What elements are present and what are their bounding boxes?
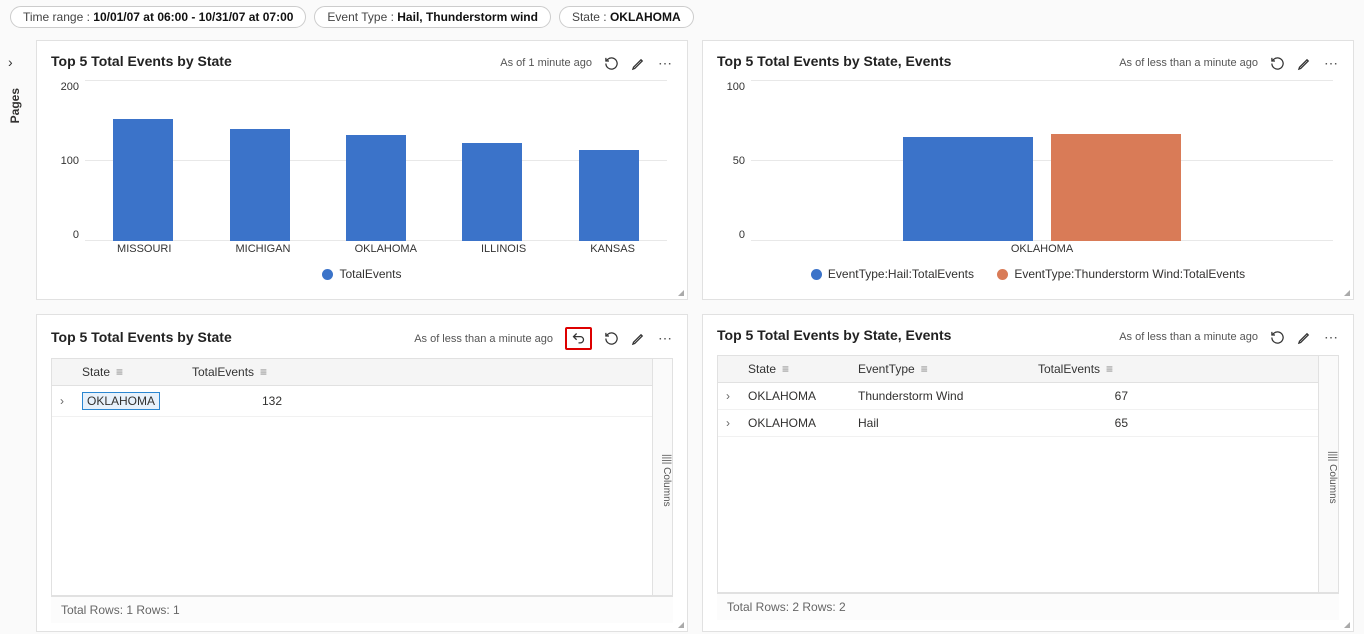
expand-row-icon[interactable]: › xyxy=(726,389,748,403)
as-of-label: As of less than a minute ago xyxy=(414,333,553,345)
cell-total: 67 xyxy=(1038,389,1158,403)
chart-legend: TotalEvents xyxy=(51,267,673,283)
as-of-label: As of less than a minute ago xyxy=(1119,331,1258,343)
refresh-icon[interactable] xyxy=(604,56,619,71)
filter-label: Time range : xyxy=(23,10,90,24)
resize-handle-icon[interactable] xyxy=(675,287,685,297)
more-icon[interactable]: ⋯ xyxy=(1324,329,1339,346)
cell-total: 132 xyxy=(192,394,312,408)
edit-icon[interactable] xyxy=(1297,330,1312,345)
more-icon[interactable]: ⋯ xyxy=(658,330,673,347)
results-table: State ≡ EventType ≡ TotalEvents ≡ › OKLAHOM… xyxy=(717,355,1339,593)
legend-label: EventType:Hail:TotalEvents xyxy=(828,267,974,281)
cell-state: OKLAHOMA xyxy=(748,389,858,403)
refresh-icon[interactable] xyxy=(1270,56,1285,71)
table-row[interactable]: › OKLAHOMA 132 xyxy=(52,386,652,417)
tile-title: Top 5 Total Events by State xyxy=(51,53,232,69)
column-menu-icon[interactable]: ≡ xyxy=(921,362,928,376)
edit-icon[interactable] xyxy=(631,56,646,71)
sidebar-collapsed: › Pages xyxy=(0,40,30,620)
filter-bar: Time range : 10/01/07 at 06:00 - 10/31/0… xyxy=(0,0,1364,34)
filter-value: 10/01/07 at 06:00 - 10/31/07 at 07:00 xyxy=(93,10,293,24)
columns-panel-toggle[interactable]: |||| Columns xyxy=(1318,356,1338,592)
as-of-label: As of 1 minute ago xyxy=(500,57,592,69)
grouped-bar-chart: 100500OKLAHOMA xyxy=(737,81,1333,261)
table-footer: Total Rows: 2 Rows: 2 xyxy=(717,593,1339,620)
as-of-label: As of less than a minute ago xyxy=(1119,57,1258,69)
refresh-icon[interactable] xyxy=(604,331,619,346)
edit-icon[interactable] xyxy=(631,331,646,346)
column-header-totalevents[interactable]: TotalEvents xyxy=(192,365,254,379)
column-menu-icon[interactable]: ≡ xyxy=(782,362,789,376)
cell-eventtype: Thunderstorm Wind xyxy=(858,389,1038,403)
tile-top5-by-state-chart: Top 5 Total Events by State As of 1 minu… xyxy=(36,40,688,300)
resize-handle-icon[interactable] xyxy=(675,619,685,629)
cell-total: 65 xyxy=(1038,416,1158,430)
table-row[interactable]: › OKLAHOMA Thunderstorm Wind 67 xyxy=(718,383,1318,410)
undo-icon[interactable] xyxy=(565,327,592,350)
resize-handle-icon[interactable] xyxy=(1341,619,1351,629)
resize-handle-icon[interactable] xyxy=(1341,287,1351,297)
cell-state: OKLAHOMA xyxy=(748,416,858,430)
more-icon[interactable]: ⋯ xyxy=(658,55,673,72)
legend-swatch-icon xyxy=(811,269,822,280)
cell-eventtype: Hail xyxy=(858,416,1038,430)
expand-sidebar-icon[interactable]: › xyxy=(8,54,22,70)
column-menu-icon[interactable]: ≡ xyxy=(1106,362,1113,376)
legend-label: TotalEvents xyxy=(339,267,401,281)
legend-label: EventType:Thunderstorm Wind:TotalEvents xyxy=(1014,267,1245,281)
tile-title: Top 5 Total Events by State, Events xyxy=(717,327,951,343)
column-header-state[interactable]: State xyxy=(82,365,110,379)
cell-state: OKLAHOMA xyxy=(82,392,160,410)
column-header-state[interactable]: State xyxy=(748,362,776,376)
filter-label: State : xyxy=(572,10,607,24)
column-header-eventtype[interactable]: EventType xyxy=(858,362,915,376)
more-icon[interactable]: ⋯ xyxy=(1324,55,1339,72)
filter-value: OKLAHOMA xyxy=(610,10,681,24)
tile-top5-by-state-events-table: Top 5 Total Events by State, Events As o… xyxy=(702,314,1354,632)
tile-top5-by-state-events-chart: Top 5 Total Events by State, Events As o… xyxy=(702,40,1354,300)
legend-swatch-icon xyxy=(997,269,1008,280)
edit-icon[interactable] xyxy=(1297,56,1312,71)
results-table: State ≡ TotalEvents ≡ › OKLAHOMA 132 |||| … xyxy=(51,358,673,596)
chart-legend: EventType:Hail:TotalEvents EventType:Thu… xyxy=(717,267,1339,283)
expand-row-icon[interactable]: › xyxy=(726,416,748,430)
filter-time-range[interactable]: Time range : 10/01/07 at 06:00 - 10/31/0… xyxy=(10,6,306,28)
filter-state[interactable]: State : OKLAHOMA xyxy=(559,6,694,28)
columns-panel-toggle[interactable]: |||| Columns xyxy=(652,359,672,595)
bar-chart: 2001000MISSOURIMICHIGANOKLAHOMAILLINOISK… xyxy=(71,81,667,261)
filter-value: Hail, Thunderstorm wind xyxy=(397,10,538,24)
refresh-icon[interactable] xyxy=(1270,330,1285,345)
tile-title: Top 5 Total Events by State, Events xyxy=(717,53,951,69)
expand-row-icon[interactable]: › xyxy=(60,394,82,408)
filter-event-type[interactable]: Event Type : Hail, Thunderstorm wind xyxy=(314,6,551,28)
filter-label: Event Type : xyxy=(327,10,394,24)
table-row[interactable]: › OKLAHOMA Hail 65 xyxy=(718,410,1318,437)
tile-top5-by-state-table: Top 5 Total Events by State As of less t… xyxy=(36,314,688,632)
table-footer: Total Rows: 1 Rows: 1 xyxy=(51,596,673,623)
legend-swatch-icon xyxy=(322,269,333,280)
tile-title: Top 5 Total Events by State xyxy=(51,329,232,345)
column-menu-icon[interactable]: ≡ xyxy=(116,365,123,379)
pages-label[interactable]: Pages xyxy=(8,88,22,123)
column-header-totalevents[interactable]: TotalEvents xyxy=(1038,362,1100,376)
column-menu-icon[interactable]: ≡ xyxy=(260,365,267,379)
